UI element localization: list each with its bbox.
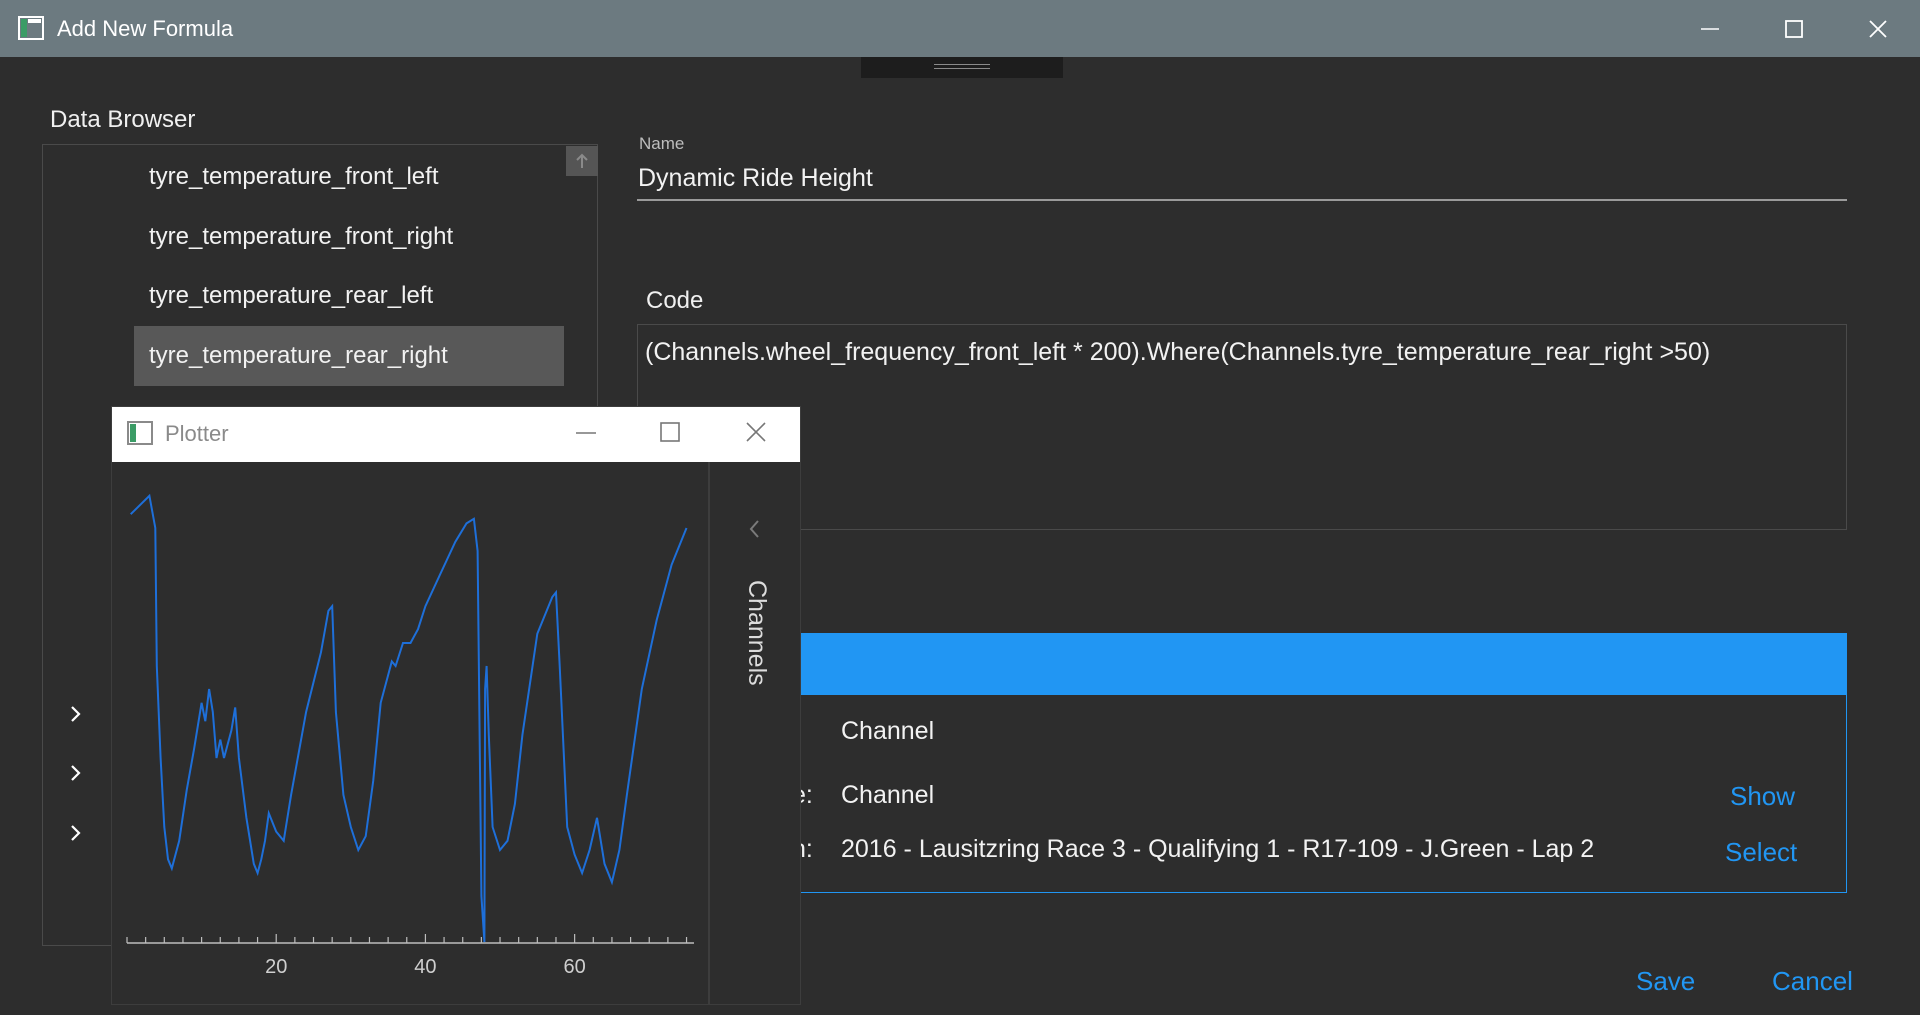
plot-area[interactable]: 20 40 60 bbox=[112, 462, 708, 1004]
show-link[interactable]: Show bbox=[1730, 781, 1795, 812]
maximize-icon bbox=[1785, 19, 1803, 38]
list-item[interactable]: tyre_temperature_front_right bbox=[134, 207, 564, 267]
chevron-right-icon bbox=[71, 765, 81, 781]
app-icon bbox=[18, 16, 44, 40]
name-label: Name bbox=[639, 134, 685, 153]
list-item-selected[interactable]: tyre_temperature_rear_right bbox=[134, 326, 564, 386]
channels-tab[interactable]: Channels bbox=[742, 580, 771, 686]
plotter-maximize-button[interactable] bbox=[658, 420, 682, 449]
title-bar bbox=[0, 0, 1920, 57]
close-icon bbox=[1869, 19, 1887, 38]
plot-separator bbox=[708, 462, 710, 1004]
plotter-close-button[interactable] bbox=[744, 420, 768, 449]
drag-handle[interactable] bbox=[861, 57, 1063, 78]
expand-button[interactable] bbox=[64, 761, 88, 785]
chevron-right-icon bbox=[71, 706, 81, 722]
code-label: Code bbox=[646, 287, 704, 314]
list-item[interactable]: tyre_temperature_front_left bbox=[134, 147, 564, 207]
minimize-icon bbox=[1701, 27, 1719, 30]
minimize-button[interactable] bbox=[1668, 0, 1752, 57]
list-item[interactable]: tyre_temperature_rear_left bbox=[134, 266, 564, 326]
minimize-icon bbox=[576, 432, 596, 434]
x-tick-label: 60 bbox=[564, 956, 586, 978]
collapse-panel-button[interactable] bbox=[743, 517, 767, 546]
chevron-left-icon bbox=[749, 520, 759, 538]
plotter-title: Plotter bbox=[165, 421, 229, 446]
save-button[interactable]: Save bbox=[1636, 966, 1695, 997]
arrow-up-icon bbox=[576, 153, 588, 168]
info-value: Channel bbox=[841, 717, 935, 745]
series-line bbox=[129, 493, 688, 943]
close-button[interactable] bbox=[1836, 0, 1920, 57]
code-text[interactable]: (Channels.wheel_frequency_front_left * 2… bbox=[645, 338, 1710, 367]
x-tick-label: 40 bbox=[414, 956, 436, 978]
close-icon bbox=[746, 422, 766, 442]
expand-button[interactable] bbox=[64, 821, 88, 845]
x-axis: 20 40 60 bbox=[126, 934, 694, 978]
name-input[interactable]: Dynamic Ride Height bbox=[638, 164, 873, 193]
chevron-right-icon bbox=[71, 825, 81, 841]
x-tick-label: 20 bbox=[265, 956, 287, 978]
info-header bbox=[700, 633, 1847, 695]
plotter-minimize-button[interactable] bbox=[574, 420, 598, 449]
expand-button[interactable] bbox=[64, 702, 88, 726]
plotter-app-icon bbox=[127, 421, 153, 450]
name-input-underline bbox=[637, 199, 1847, 201]
window-title: Add New Formula bbox=[57, 16, 234, 41]
select-link[interactable]: Select bbox=[1725, 837, 1797, 868]
data-browser-title: Data Browser bbox=[50, 106, 196, 133]
info-value: 2016 - Lausitzring Race 3 - Qualifying 1… bbox=[841, 835, 1595, 863]
info-value: Channel bbox=[841, 781, 935, 809]
maximize-button[interactable] bbox=[1752, 0, 1836, 57]
scroll-up-button[interactable] bbox=[566, 146, 598, 176]
cancel-button[interactable]: Cancel bbox=[1772, 966, 1853, 997]
maximize-icon bbox=[660, 422, 680, 442]
